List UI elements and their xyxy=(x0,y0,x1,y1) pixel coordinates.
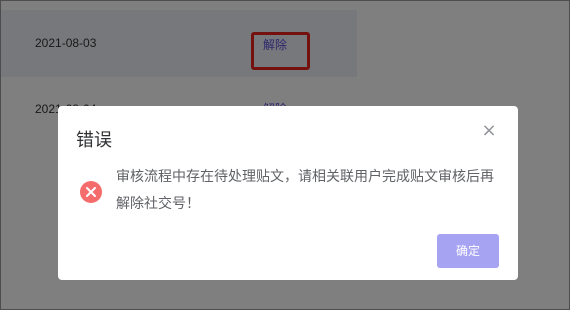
close-icon[interactable]: × xyxy=(480,122,498,140)
error-dialog: 错误 × 审核流程中存在待处理贴文，请相关联用户完成贴文审核后再解除社交号！ 确… xyxy=(58,106,518,280)
confirm-button[interactable]: 确定 xyxy=(437,234,499,268)
dialog-title: 错误 xyxy=(76,130,112,151)
error-icon xyxy=(80,181,102,203)
dialog-message: 审核流程中存在待处理贴文，请相关联用户完成贴文审核后再解除社交号！ xyxy=(116,169,494,212)
